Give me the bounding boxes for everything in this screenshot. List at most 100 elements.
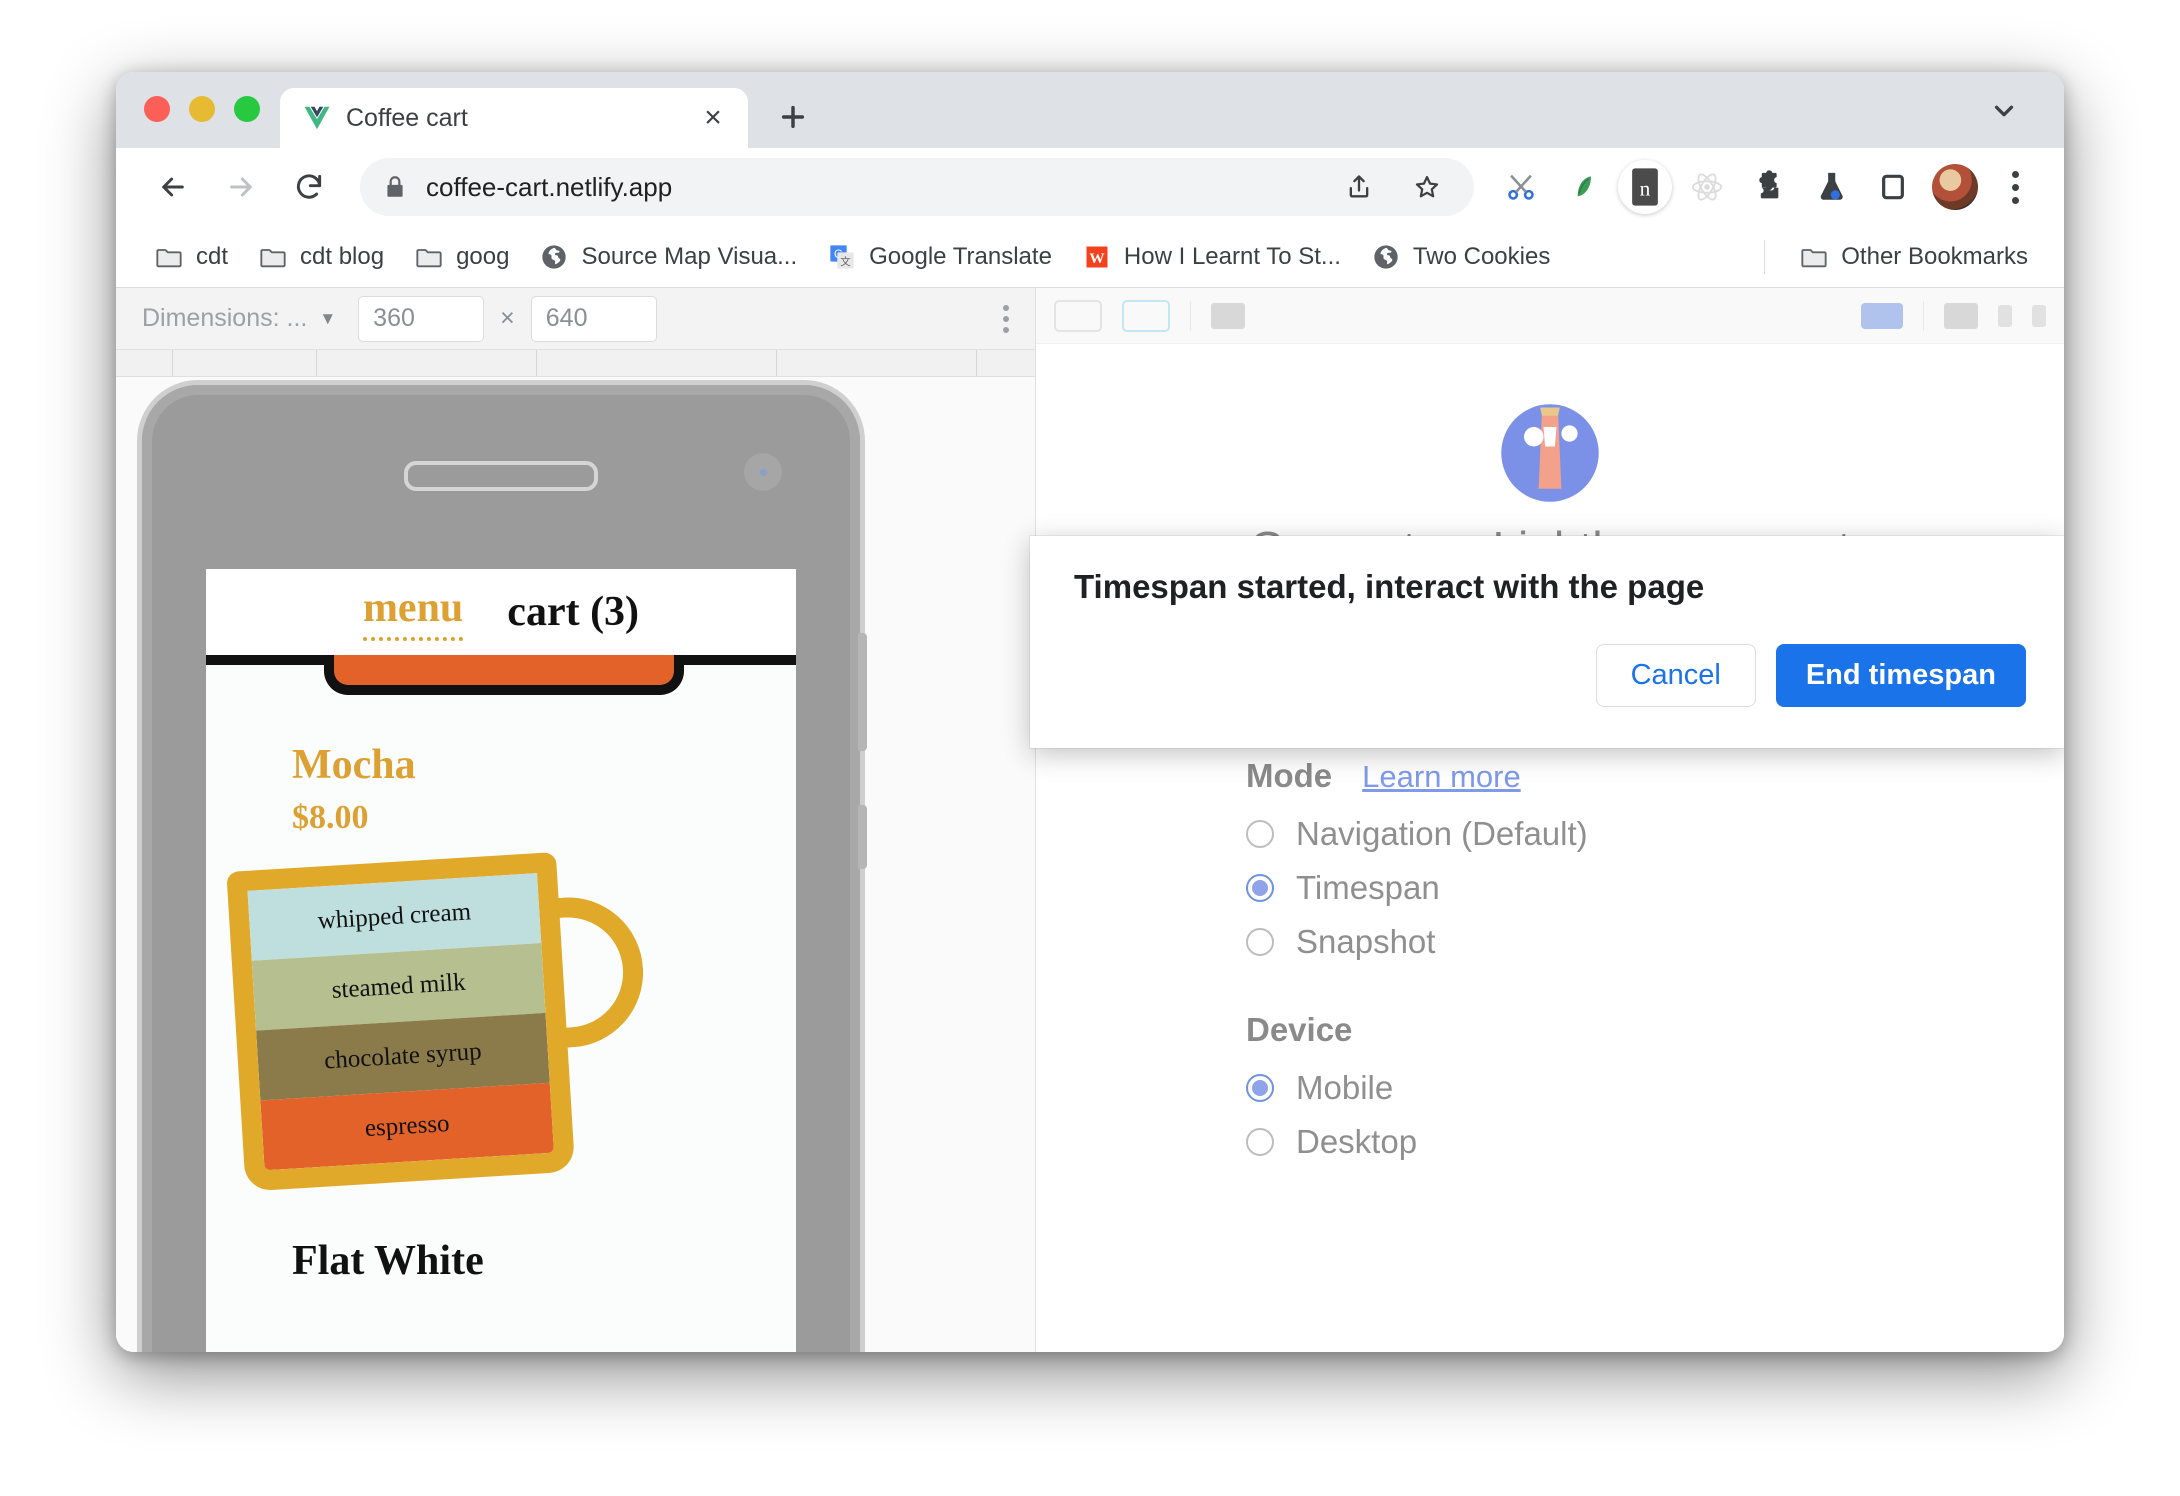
devtools-toolbar	[1036, 288, 2064, 344]
device-emulation-pane: Dimensions: ... ▼ 360 × 640 menu cart (3…	[116, 288, 1036, 1352]
maximize-window-button[interactable]	[234, 96, 260, 122]
scissors-icon[interactable]	[1494, 160, 1548, 214]
mode-option-label: Snapshot	[1296, 923, 1436, 960]
share-icon[interactable]	[1334, 162, 1384, 212]
radio-icon-selected[interactable]	[1246, 1074, 1274, 1102]
bookmark-label: Google Translate	[869, 242, 1052, 270]
chevron-down-icon: ▼	[319, 308, 337, 328]
screenshot-root: Coffee cart × coffee-cart.netlify.app n …	[0, 0, 2180, 1496]
devtools-toolbar-icon[interactable]	[1944, 302, 1978, 329]
learn-more-link[interactable]: Learn more	[1362, 759, 1521, 795]
notion-icon[interactable]: n	[1618, 160, 1672, 214]
radio-icon[interactable]	[1246, 1128, 1274, 1156]
devtools-toolbar-icon[interactable]	[1998, 304, 2012, 327]
mode-option-timespan[interactable]: Timespan	[1246, 869, 1930, 907]
viewport-width-value: 360	[373, 304, 415, 332]
mode-option-label: Timespan	[1296, 869, 1440, 906]
device-option-label: Desktop	[1296, 1123, 1418, 1160]
svg-text:文: 文	[840, 255, 851, 268]
forward-button[interactable]	[210, 156, 272, 218]
mode-section-header: Mode Learn more	[1246, 757, 1930, 795]
browser-menu-button[interactable]	[1990, 160, 2040, 214]
nav-cart-link[interactable]: cart (3)	[507, 588, 639, 636]
next-coffee-item-name: Flat White	[292, 1238, 484, 1284]
timespan-dialog: Timespan started, interact with the page…	[1030, 536, 2064, 748]
mode-option-snapshot[interactable]: Snapshot	[1246, 923, 1930, 961]
cup-body: whipped cream steamed milk chocolate syr…	[226, 851, 576, 1192]
devtools-toolbar-icon[interactable]	[2032, 304, 2046, 327]
reload-button[interactable]	[278, 156, 340, 218]
coffee-item-name: Mocha	[292, 742, 416, 788]
window-traffic-lights	[116, 96, 280, 148]
bookmark-two-cookies[interactable]: Two Cookies	[1359, 235, 1562, 279]
radio-icon[interactable]	[1246, 820, 1274, 848]
mode-legend: Mode	[1246, 757, 1333, 794]
back-button[interactable]	[142, 156, 204, 218]
bookmarks-divider	[1764, 239, 1766, 274]
site-navigation: menu cart (3)	[206, 569, 796, 665]
cup-layer-label: chocolate syrup	[323, 1037, 483, 1075]
viewport-width-input[interactable]: 360	[358, 295, 485, 342]
folder-icon	[1799, 244, 1829, 270]
puzzle-icon[interactable]	[1742, 160, 1796, 214]
phone-power-button	[858, 805, 867, 869]
devtools-toolbar-chip-selected[interactable]	[1122, 299, 1170, 332]
device-option-mobile[interactable]: Mobile	[1246, 1069, 1930, 1107]
phone-camera-icon	[744, 453, 782, 491]
react-icon[interactable]	[1680, 160, 1734, 214]
bookmark-other-bookmarks[interactable]: Other Bookmarks	[1787, 235, 2040, 279]
devtools-toolbar-blue-icon[interactable]	[1861, 302, 1903, 329]
radio-icon[interactable]	[1246, 928, 1274, 956]
end-timespan-button[interactable]: End timespan	[1775, 644, 2026, 707]
folder-icon	[154, 244, 184, 270]
bookmark-google-translate[interactable]: G 文 Google Translate	[815, 235, 1064, 279]
device-option-label: Mobile	[1296, 1069, 1394, 1106]
viewport-height-input[interactable]: 640	[530, 295, 657, 342]
new-tab-button[interactable]	[764, 88, 822, 146]
radio-icon-selected[interactable]	[1246, 874, 1274, 902]
side-panel-icon[interactable]	[1866, 160, 1920, 214]
bookmark-source-map-visualizer[interactable]: Source Map Visua...	[527, 235, 809, 279]
bookmark-label: cdt	[196, 242, 229, 270]
coffee-cup-illustration[interactable]: whipped cream steamed milk chocolate syr…	[226, 846, 665, 1201]
browser-toolbar: coffee-cart.netlify.app n	[116, 148, 2064, 226]
bookmark-label: cdt blog	[300, 242, 385, 270]
bookmark-goog[interactable]: goog	[402, 235, 521, 279]
minimize-window-button[interactable]	[189, 96, 215, 122]
device-option-desktop[interactable]: Desktop	[1246, 1123, 1930, 1161]
flask-icon[interactable]	[1804, 160, 1858, 214]
tab-title: Coffee cart	[346, 103, 468, 132]
bookmark-how-i-learnt-to-st[interactable]: W How I Learnt To St...	[1070, 235, 1353, 279]
cup-layer-label: steamed milk	[330, 968, 467, 1004]
close-window-button[interactable]	[144, 96, 170, 122]
nav-menu-link[interactable]: menu	[362, 584, 464, 641]
devtools-toolbar-chip[interactable]	[1054, 299, 1102, 332]
bookmark-cdt-blog[interactable]: cdt blog	[246, 235, 396, 279]
cup-layer-label: espresso	[364, 1110, 451, 1143]
bookmark-cdt[interactable]: cdt	[142, 235, 240, 279]
folder-icon	[258, 244, 288, 270]
close-icon[interactable]: ×	[696, 101, 730, 135]
cancel-button[interactable]: Cancel	[1595, 644, 1756, 707]
coffee-item-price: $8.00	[292, 799, 369, 836]
tab-search-button[interactable]	[1978, 90, 2030, 132]
tab-coffee-cart[interactable]: Coffee cart ×	[280, 88, 748, 148]
devtools-toolbar-icon[interactable]	[1211, 302, 1245, 329]
dimensions-dropdown[interactable]: Dimensions: ... ▼	[136, 300, 342, 337]
url-text[interactable]: coffee-cart.netlify.app	[426, 172, 1316, 203]
address-bar[interactable]: coffee-cart.netlify.app	[360, 158, 1474, 216]
viewport-height-value: 640	[545, 304, 588, 332]
device-toolbar-menu-button[interactable]	[1003, 304, 1017, 333]
dialog-actions: Cancel End timespan	[1074, 644, 2026, 707]
lock-icon	[382, 174, 408, 200]
avatar[interactable]	[1928, 160, 1982, 214]
phone-speaker-icon	[404, 461, 598, 491]
leaf-icon[interactable]	[1556, 160, 1610, 214]
page-viewport: menu cart (3) Mocha $8.00 whipped cream …	[206, 569, 796, 1352]
mode-option-navigation[interactable]: Navigation (Default)	[1246, 815, 1930, 853]
globe-icon	[539, 244, 569, 270]
lighthouse-settings-form: Mode Learn more Navigation (Default) Tim…	[1170, 757, 1930, 1177]
star-icon[interactable]	[1402, 162, 1452, 212]
tab-strip: Coffee cart ×	[116, 72, 2064, 148]
